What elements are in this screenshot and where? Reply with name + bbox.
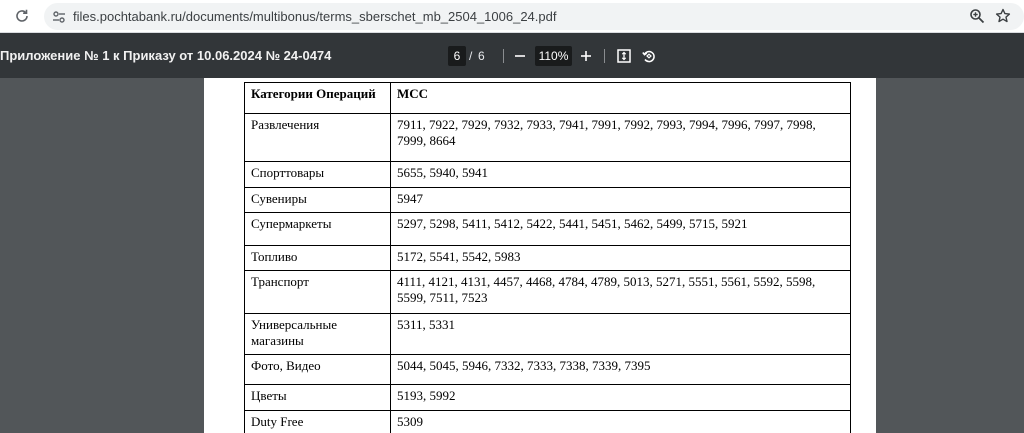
mcc-cell: 5044, 5045, 5946, 7332, 7333, 7338, 7339… bbox=[390, 354, 851, 385]
rotate-icon bbox=[642, 50, 655, 63]
category-cell: Транспорт bbox=[244, 270, 391, 314]
table-row: Универсальные магазины 5311, 5331 bbox=[244, 313, 851, 355]
fit-page-icon bbox=[617, 49, 631, 63]
table-header-row: Категории Операций MCC bbox=[244, 82, 851, 114]
mcc-cell: 5947 bbox=[390, 187, 851, 213]
zoom-out-button[interactable] bbox=[509, 45, 531, 67]
reload-icon[interactable] bbox=[12, 6, 32, 26]
page-separator: / bbox=[469, 49, 473, 63]
pdf-page: Категории Операций MCC Развлечения 7911,… bbox=[204, 78, 876, 433]
table-row: Развлечения 7911, 7922, 7929, 7932, 7933… bbox=[244, 113, 851, 162]
category-cell: Топливо bbox=[244, 245, 391, 271]
category-cell: Спорттовары bbox=[244, 161, 391, 188]
star-icon[interactable] bbox=[995, 8, 1013, 26]
pdf-viewer[interactable]: Категории Операций MCC Развлечения 7911,… bbox=[0, 78, 1024, 433]
mcc-cell: 4111, 4121, 4131, 4457, 4468, 4784, 4789… bbox=[390, 270, 851, 314]
plus-icon bbox=[581, 51, 591, 61]
category-cell: Сувениры bbox=[244, 187, 391, 213]
mcc-cell: 5297, 5298, 5411, 5412, 5422, 5441, 5451… bbox=[390, 212, 851, 246]
browser-address-bar: files.pochtabank.ru/documents/multibonus… bbox=[0, 0, 1024, 33]
category-cell: Duty Free bbox=[244, 410, 391, 433]
mcc-cell: 5309 bbox=[390, 410, 851, 433]
category-cell: Развлечения bbox=[244, 113, 391, 162]
category-cell: Цветы bbox=[244, 384, 391, 411]
table-row: Duty Free 5309 bbox=[244, 410, 851, 433]
category-cell: Фото, Видео bbox=[244, 354, 391, 385]
mcc-table: Категории Операций MCC Развлечения 7911,… bbox=[244, 82, 851, 433]
table-row: Топливо 5172, 5541, 5542, 5983 bbox=[244, 245, 851, 271]
zoom-in-button[interactable] bbox=[575, 45, 597, 67]
table-row: Транспорт 4111, 4121, 4131, 4457, 4468, … bbox=[244, 270, 851, 314]
fit-page-button[interactable] bbox=[613, 45, 635, 67]
table-row: Супермаркеты 5297, 5298, 5411, 5412, 542… bbox=[244, 212, 851, 246]
page-total: 6 bbox=[478, 49, 485, 63]
page-number-input[interactable]: 6 bbox=[448, 46, 466, 66]
table-row: Сувениры 5947 bbox=[244, 187, 851, 213]
header-mcc: MCC bbox=[390, 82, 851, 114]
pdf-toolbar: Приложение № 1 к Приказу от 10.06.2024 №… bbox=[0, 33, 1024, 78]
category-cell: Универсальные магазины bbox=[244, 313, 391, 355]
zoom-level-input[interactable]: 110% bbox=[535, 46, 572, 66]
rotate-button[interactable] bbox=[638, 45, 660, 67]
header-category: Категории Операций bbox=[244, 82, 391, 114]
toolbar-divider bbox=[503, 49, 504, 63]
mcc-cell: 5655, 5940, 5941 bbox=[390, 161, 851, 188]
minus-icon bbox=[515, 55, 525, 57]
mcc-cell: 5311, 5331 bbox=[390, 313, 851, 355]
document-title: Приложение № 1 к Приказу от 10.06.2024 №… bbox=[0, 48, 332, 63]
table-row: Фото, Видео 5044, 5045, 5946, 7332, 7333… bbox=[244, 354, 851, 385]
category-cell: Супермаркеты bbox=[244, 212, 391, 246]
omnibox[interactable]: files.pochtabank.ru/documents/multibonus… bbox=[44, 3, 1024, 30]
toolbar-divider bbox=[604, 49, 605, 63]
mcc-cell: 5193, 5992 bbox=[390, 384, 851, 411]
site-info-icon[interactable] bbox=[50, 8, 68, 26]
mcc-cell: 5172, 5541, 5542, 5983 bbox=[390, 245, 851, 271]
table-row: Спорттовары 5655, 5940, 5941 bbox=[244, 161, 851, 188]
url-text[interactable]: files.pochtabank.ru/documents/multibonus… bbox=[73, 9, 556, 24]
zoom-icon[interactable] bbox=[969, 8, 987, 26]
mcc-cell: 7911, 7922, 7929, 7932, 7933, 7941, 7991… bbox=[390, 113, 851, 162]
table-row: Цветы 5193, 5992 bbox=[244, 384, 851, 411]
